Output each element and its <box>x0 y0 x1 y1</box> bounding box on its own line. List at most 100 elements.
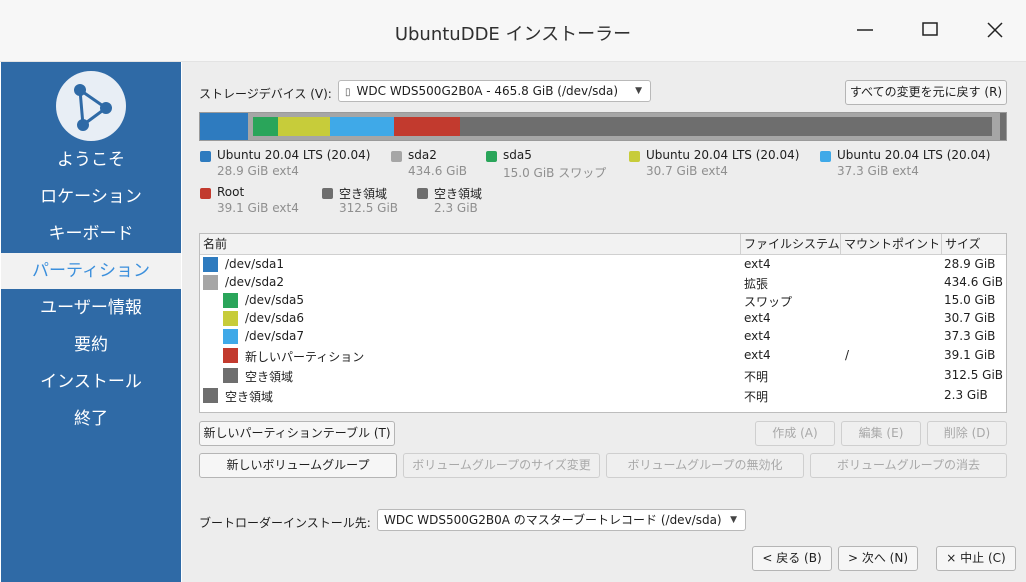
partition-bar-free[interactable] <box>460 117 992 136</box>
table-row[interactable]: /dev/sda1 ext4 28.9 GiB <box>200 256 1006 274</box>
row-fs: スワップ <box>744 295 793 309</box>
edit-button[interactable]: 編集 (E) <box>841 421 921 446</box>
legend-size: 2.3 GiB <box>434 201 478 215</box>
partition-bar-sda7[interactable] <box>330 117 394 136</box>
back-button[interactable]: < 戻る (B) <box>752 546 832 571</box>
row-size: 2.3 GiB <box>944 388 988 402</box>
sidebar-item-finish[interactable]: 終了 <box>1 401 181 437</box>
partition-bar-sda6[interactable] <box>278 117 330 136</box>
next-button[interactable]: > 次へ (N) <box>838 546 918 571</box>
sidebar-item-location[interactable]: ロケーション <box>1 179 181 215</box>
legend-name: Ubuntu 20.04 LTS (20.04) <box>217 148 371 162</box>
row-size: 15.0 GiB <box>944 293 996 307</box>
legend-swatch <box>391 151 402 162</box>
resize-volume-group-button[interactable]: ボリュームグループのサイズ変更 <box>403 453 600 478</box>
sidebar-item-partitions[interactable]: パーティション <box>1 253 181 289</box>
table-row[interactable]: /dev/sda6 ext4 30.7 GiB <box>200 310 1006 328</box>
legend-name: Ubuntu 20.04 LTS (20.04) <box>646 148 800 162</box>
row-size: 434.6 GiB <box>944 275 1004 289</box>
legend-item: Ubuntu 20.04 LTS (20.04) 28.9 GiB ext4 <box>200 148 390 182</box>
cancel-button[interactable]: × 中止 (C) <box>936 546 1016 571</box>
table-row[interactable]: /dev/sda2 拡張 434.6 GiB <box>200 274 1006 292</box>
sidebar-item-users[interactable]: ユーザー情報 <box>1 290 181 326</box>
row-color-swatch <box>223 311 238 326</box>
column-header-size[interactable]: サイズ <box>942 234 1006 254</box>
table-header: 名前 ファイルシステム マウントポイント サイズ <box>200 234 1006 255</box>
column-header-mountpoint[interactable]: マウントポイント <box>841 234 942 254</box>
partition-bar-free-2[interactable] <box>1000 113 1006 140</box>
partition-bar-sda5[interactable] <box>253 117 278 136</box>
legend-size: 312.5 GiB <box>339 201 399 215</box>
row-name: /dev/sda5 <box>245 293 305 307</box>
row-color-swatch <box>223 293 238 308</box>
bootloader-label: ブートローダーインストール先: <box>199 516 371 530</box>
table-row[interactable]: 新しいパーティション ext4 / 39.1 GiB <box>200 347 1006 365</box>
legend-item: sda2 434.6 GiB <box>391 148 481 182</box>
row-color-swatch <box>203 257 218 272</box>
deactivate-volume-group-button[interactable]: ボリュームグループの無効化 <box>606 453 804 478</box>
partition-table[interactable]: 名前 ファイルシステム マウントポイント サイズ /dev/sda1 ext4 … <box>199 233 1007 413</box>
legend-name: 空き領域 <box>339 187 388 201</box>
sidebar-item-keyboard[interactable]: キーボード <box>1 216 181 252</box>
chevron-right-icon: > <box>847 551 859 565</box>
row-fs: ext4 <box>744 329 771 343</box>
partition-bar-new[interactable] <box>394 117 460 136</box>
column-header-filesystem[interactable]: ファイルシステム <box>741 234 841 254</box>
chevron-left-icon: < <box>762 551 773 565</box>
table-row[interactable]: 空き領域 不明 312.5 GiB <box>200 367 1006 385</box>
legend-swatch <box>322 188 333 199</box>
legend-swatch <box>629 151 640 162</box>
partition-bar <box>199 112 1007 141</box>
remove-volume-group-button[interactable]: ボリュームグループの消去 <box>810 453 1007 478</box>
row-name: /dev/sda7 <box>245 329 305 343</box>
legend-item: Ubuntu 20.04 LTS (20.04) 30.7 GiB ext4 <box>629 148 814 182</box>
cancel-button-label: 中止 (C) <box>960 551 1006 565</box>
minimize-button[interactable] <box>845 14 885 46</box>
legend-item: Root 39.1 GiB ext4 <box>200 185 315 219</box>
row-fs: ext4 <box>744 311 771 325</box>
legend-item: 空き領域 2.3 GiB <box>417 185 507 219</box>
legend-item: sda5 15.0 GiB スワップ <box>486 148 621 182</box>
table-row[interactable]: /dev/sda5 スワップ 15.0 GiB <box>200 292 1006 310</box>
row-fs: 拡張 <box>744 277 769 291</box>
table-row[interactable]: 空き領域 不明 2.3 GiB <box>200 387 1006 405</box>
app-logo <box>56 71 126 141</box>
sidebar-item-install[interactable]: インストール <box>1 364 181 400</box>
cancel-x-icon: × <box>946 551 957 565</box>
legend-swatch <box>820 151 831 162</box>
legend-size: 28.9 GiB ext4 <box>217 164 299 178</box>
close-icon <box>987 22 1003 38</box>
create-button[interactable]: 作成 (A) <box>755 421 835 446</box>
legend-item: Ubuntu 20.04 LTS (20.04) 37.3 GiB ext4 <box>820 148 1005 182</box>
legend-size: 37.3 GiB ext4 <box>837 164 919 178</box>
sidebar-item-summary[interactable]: 要約 <box>1 327 181 363</box>
new-volume-group-button[interactable]: 新しいボリュームグループ <box>199 453 397 478</box>
legend-item: 空き領域 312.5 GiB <box>322 185 412 219</box>
legend-name: Root <box>217 185 245 199</box>
row-color-swatch <box>223 348 238 363</box>
new-partition-table-button[interactable]: 新しいパーティションテーブル (T) <box>199 421 395 446</box>
legend-swatch <box>486 151 497 162</box>
legend-size: 30.7 GiB ext4 <box>646 164 728 178</box>
row-name: 空き領域 <box>245 370 294 384</box>
row-size: 312.5 GiB <box>944 368 1004 382</box>
row-name: /dev/sda6 <box>245 311 305 325</box>
storage-device-value: WDC WDS500G2B0A - 465.8 GiB (/dev/sda) <box>356 84 619 98</box>
row-color-swatch <box>223 329 238 344</box>
legend-name: sda2 <box>408 148 437 162</box>
bootloader-select[interactable]: WDC WDS500G2B0A のマスターブートレコード (/dev/sda) … <box>377 509 746 531</box>
delete-button[interactable]: 削除 (D) <box>927 421 1007 446</box>
row-name: 新しいパーティション <box>245 350 365 364</box>
storage-device-select[interactable]: ▯ WDC WDS500G2B0A - 465.8 GiB (/dev/sda) … <box>338 80 651 102</box>
column-header-name[interactable]: 名前 <box>200 234 741 254</box>
sidebar-item-welcome[interactable]: ようこそ <box>1 142 181 178</box>
table-row[interactable]: /dev/sda7 ext4 37.3 GiB <box>200 328 1006 346</box>
revert-all-button[interactable]: すべての変更を元に戻す (R) <box>845 80 1007 105</box>
row-size: 37.3 GiB <box>944 329 996 343</box>
legend-name: sda5 <box>503 148 532 162</box>
partition-bar-sda1[interactable] <box>200 113 248 140</box>
row-color-swatch <box>203 388 218 403</box>
row-fs: ext4 <box>744 257 771 271</box>
maximize-button[interactable] <box>910 14 950 46</box>
close-button[interactable] <box>975 14 1015 46</box>
